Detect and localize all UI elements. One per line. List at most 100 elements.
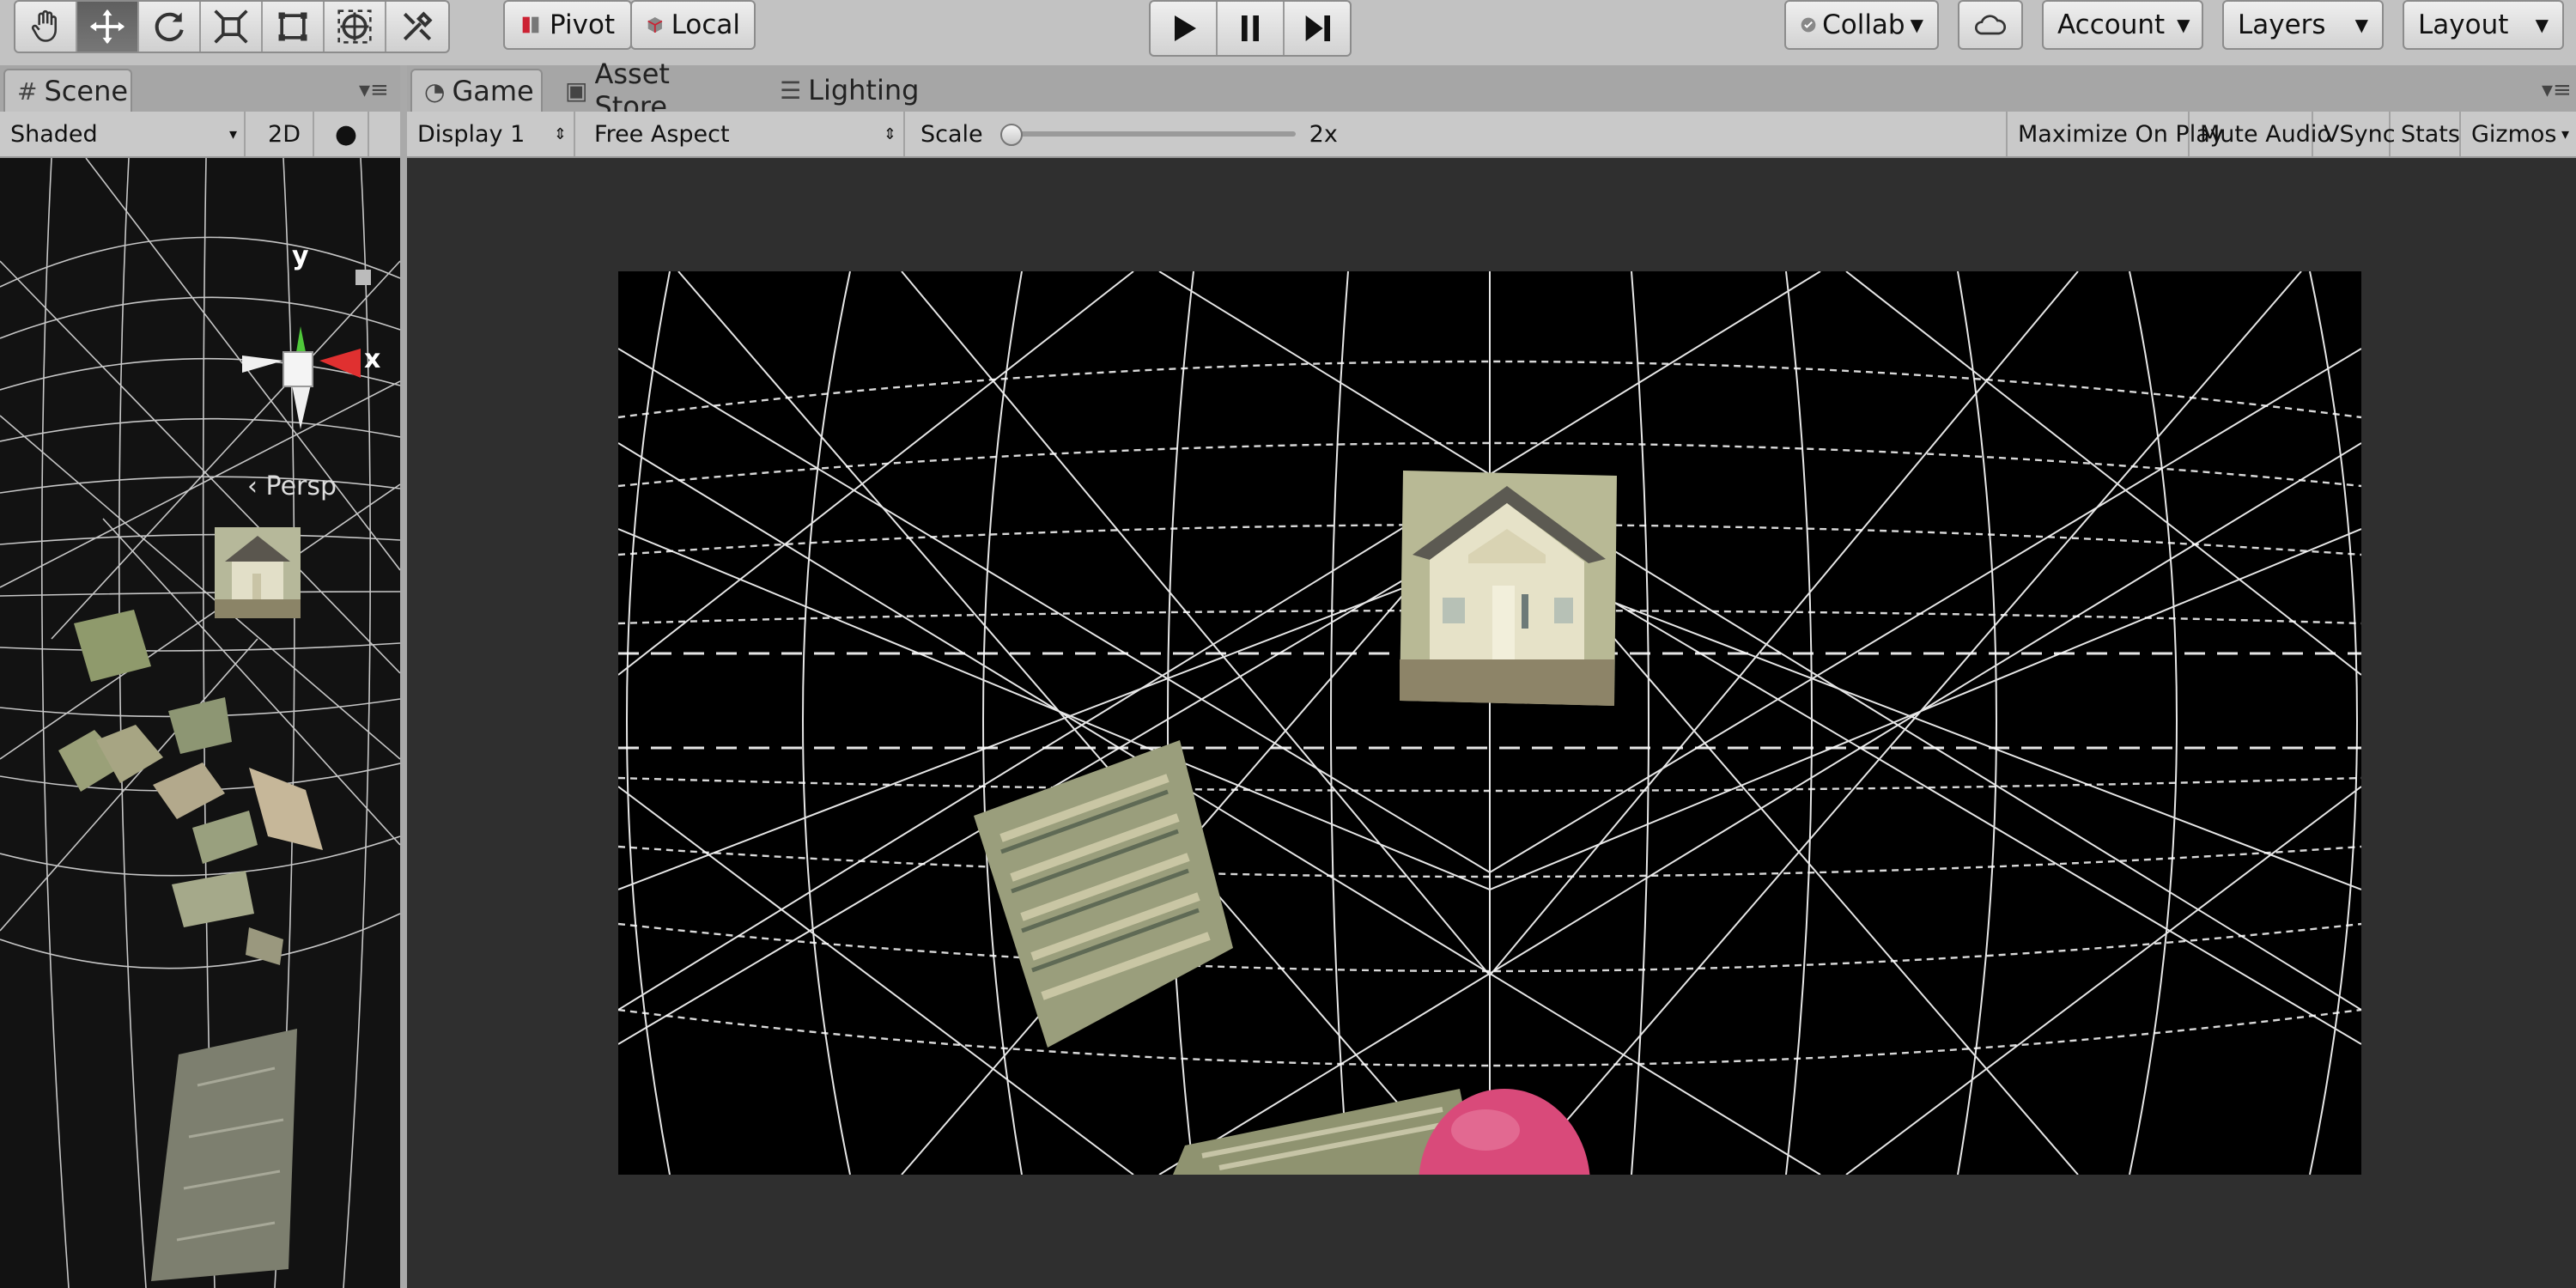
gizmo-y-label: y [292,241,309,271]
updown-arrows-icon: ⇕ [883,125,896,143]
scale-slider[interactable] [999,124,1296,146]
unity-editor-window: Pivot Local Collab ▼ Account ▼ Layers ▼ … [0,0,2576,1288]
collab-label: Collab [1822,9,1905,40]
custom-tool-button[interactable] [386,2,448,52]
chevron-down-icon: ▾ [228,125,237,143]
play-icon [1175,15,1196,41]
tab-game[interactable]: ◔ Game [410,69,543,112]
mute-audio-toggle[interactable]: Mute Audio [2190,112,2331,156]
chevron-down-icon: ▾ [2561,125,2569,143]
collab-dropdown[interactable]: Collab ▼ [1784,0,1939,50]
local-toggle[interactable]: Local [630,0,756,50]
pause-button[interactable] [1218,2,1285,55]
cloud-icon [1975,15,2007,35]
pivot-toggle[interactable]: Pivot [503,0,632,50]
tab-asset-store[interactable]: ▣ Asset Store [553,58,756,123]
layout-dropdown[interactable]: Layout ▼ [2403,0,2564,50]
transform-tool-button[interactable] [325,2,386,52]
pivot-label: Pivot [550,9,616,40]
aerial-city-photo [974,740,1233,1048]
tab-scene[interactable]: # Scene [3,69,132,112]
panel-menu-icon[interactable]: ▾≡ [359,77,389,103]
chevron-down-icon: ▼ [2354,15,2368,35]
2d-label: 2D [268,120,301,148]
tab-game-label: Game [452,75,534,107]
play-button[interactable] [1151,2,1218,55]
scene-viewport[interactable]: y x ‹ Persp [0,158,400,1288]
rect-tool-button[interactable] [263,2,325,52]
scale-tool-button[interactable] [201,2,263,52]
scene-tabbar: # Scene ▾≡ [0,65,400,112]
account-label: Account [2057,9,2166,40]
store-icon: ▣ [565,76,588,105]
projection-label[interactable]: ‹ Persp [247,471,337,501]
updown-arrows-icon: ⇕ [553,125,567,143]
gizmos-label: Gizmos [2471,120,2557,148]
shading-mode-dropdown[interactable]: Shaded ▾ [0,112,246,156]
orientation-gizmo[interactable]: y x ‹ Persp [242,241,380,501]
main-toolbar: Pivot Local Collab ▼ Account ▼ Layers ▼ … [0,0,2576,57]
audio-toggle[interactable] [378,112,400,156]
step-button[interactable] [1285,2,1350,55]
tab-scene-label: Scene [44,75,129,107]
scale-slider-thumb[interactable] [999,124,1023,146]
aspect-dropdown[interactable]: Free Aspect ⇕ [584,112,905,156]
account-dropdown[interactable]: Account ▼ [2042,0,2203,50]
layers-dropdown[interactable]: Layers ▼ [2222,0,2384,50]
transform-tools-group [14,0,450,53]
layout-label: Layout [2418,9,2509,40]
game-panel: ◔ Game ▣ Asset Store ☰ Lighting ▾≡ Displ… [407,58,2576,1288]
rotate-icon [155,12,184,42]
display-value: Display 1 [417,120,526,148]
vsync-toggle[interactable]: VSync [2313,112,2396,156]
move-tool-button[interactable] [77,2,139,52]
stats-toggle[interactable]: Stats [2391,112,2461,156]
gizmo-x-axis[interactable] [319,349,361,378]
chevron-down-icon: ▼ [2535,15,2549,35]
scale-icon [214,9,248,44]
game-render [618,271,2361,1175]
local-cube-icon [647,16,663,33]
hand-icon [31,9,58,42]
shading-mode-value: Shaded [10,120,98,148]
step-icon [1305,15,1330,41]
scale-control: Scale 2x [910,112,1546,156]
pacman-icon: ◔ [424,76,446,106]
cloud-button[interactable] [1958,0,2023,50]
collab-check-icon [1801,17,1816,33]
gizmo-center-cube[interactable] [283,351,313,387]
panel-divider[interactable] [400,65,407,1288]
light-bulb-icon: ● [334,118,358,149]
aspect-value: Free Aspect [594,120,730,148]
tab-lighting[interactable]: ☰ Lighting [768,69,939,112]
custom-tool-icon [403,11,433,41]
lighting-icon: ☰ [780,76,802,105]
lock-icon[interactable] [355,270,371,285]
rotate-tool-button[interactable] [139,2,201,52]
layers-label: Layers [2238,9,2326,40]
game-viewport[interactable] [618,271,2361,1175]
tab-lighting-label: Lighting [808,74,920,106]
house-photo-quad [215,527,301,618]
hash-icon: # [17,76,38,106]
local-label: Local [671,9,740,40]
maximize-on-play-toggle[interactable]: Maximize On Play [2006,112,2224,156]
2d-toggle[interactable]: 2D [256,112,314,156]
move-icon [89,9,125,45]
scale-value: 2x [1309,120,1338,148]
vsync-label: VSync [2324,120,2396,148]
rect-transform-icon [278,12,307,41]
scale-slider-track [999,131,1296,137]
game-tabbar: ◔ Game ▣ Asset Store ☰ Lighting ▾≡ [407,58,2576,123]
pivot-icon [522,16,539,33]
play-controls [1149,0,1352,57]
panel-menu-icon[interactable]: ▾≡ [2542,77,2572,103]
hand-tool-button[interactable] [15,2,77,52]
chevron-down-icon: ▼ [2177,15,2190,35]
gizmos-dropdown[interactable]: Gizmos ▾ [2461,112,2576,156]
sphere-highlight [1451,1109,1520,1151]
gizmo-neg-x-axis[interactable] [242,355,283,373]
display-dropdown[interactable]: Display 1 ⇕ [407,112,575,156]
lighting-toggle[interactable]: ● [325,112,369,156]
mute-audio-label: Mute Audio [2200,120,2331,148]
